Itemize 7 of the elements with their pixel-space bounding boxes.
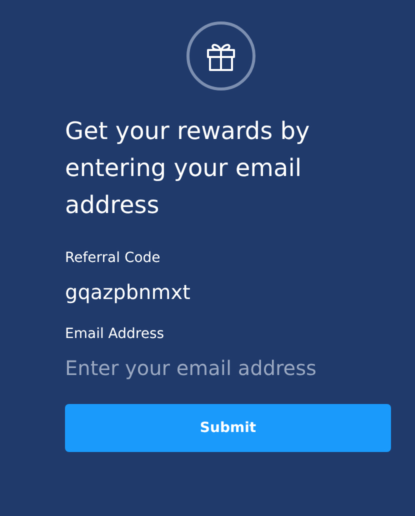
submit-button[interactable]: Submit [65,404,391,452]
heading: Get your rewards by entering your email address [65,116,311,221]
referral-code: gqazpbnmxt [65,280,190,304]
gift-icon [186,21,256,91]
field-label: Email Address [65,326,164,342]
field-label: Referral Code [65,250,160,266]
email-input[interactable]: Enter your email address [65,356,365,380]
